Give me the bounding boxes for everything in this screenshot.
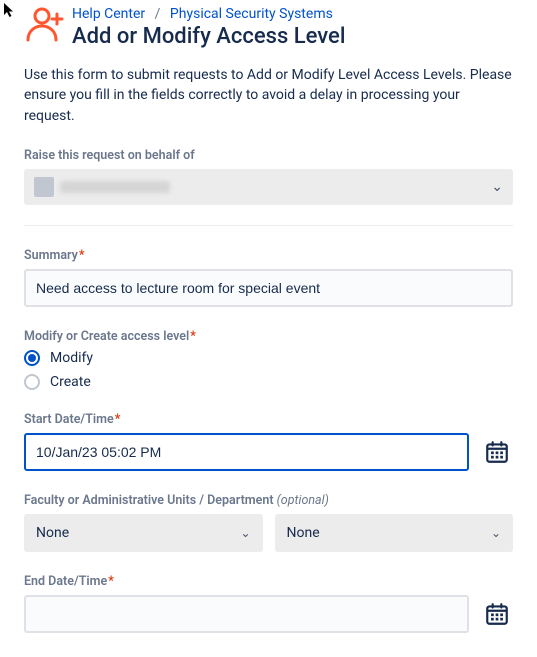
radio-modify-indicator — [24, 350, 40, 366]
radio-modify-label: Modify — [50, 350, 93, 366]
label-end: End Date/Time* — [24, 574, 513, 589]
faculty-select-value: None — [36, 525, 69, 541]
intro-text: Use this form to submit requests to Add … — [24, 65, 513, 126]
radio-create[interactable]: Create — [24, 374, 513, 390]
on-behalf-select[interactable]: ⌄ — [24, 169, 513, 205]
on-behalf-value — [60, 181, 170, 193]
chevron-down-icon: ⌄ — [240, 526, 250, 540]
department-select-value: None — [287, 525, 320, 541]
breadcrumb-help-center[interactable]: Help Center — [72, 6, 145, 22]
radio-create-indicator — [24, 374, 40, 390]
start-calendar-button[interactable] — [481, 436, 513, 468]
radio-modify[interactable]: Modify — [24, 350, 513, 366]
section-divider — [24, 225, 513, 226]
faculty-select[interactable]: None ⌄ — [24, 514, 263, 552]
breadcrumb: Help Center / Physical Security Systems — [72, 6, 513, 22]
modify-create-radio-group: Modify Create — [24, 350, 513, 390]
label-on-behalf: Raise this request on behalf of — [24, 148, 513, 163]
breadcrumb-separator: / — [155, 6, 161, 22]
page-title: Add or Modify Access Level — [72, 24, 513, 49]
label-start: Start Date/Time* — [24, 412, 513, 427]
label-faculty: Faculty or Administrative Units / Depart… — [24, 493, 513, 508]
avatar — [34, 177, 54, 197]
department-select[interactable]: None ⌄ — [275, 514, 514, 552]
calendar-icon — [484, 439, 510, 465]
label-summary: Summary* — [24, 248, 513, 263]
chevron-down-icon: ⌄ — [491, 179, 503, 195]
label-modify-create: Modify or Create access level* — [24, 329, 513, 344]
summary-input[interactable] — [24, 269, 513, 307]
chevron-down-icon: ⌄ — [491, 526, 501, 540]
radio-create-label: Create — [50, 374, 91, 390]
breadcrumb-category[interactable]: Physical Security Systems — [170, 6, 333, 22]
start-date-input[interactable] — [24, 433, 469, 471]
request-type-icon — [24, 4, 64, 44]
